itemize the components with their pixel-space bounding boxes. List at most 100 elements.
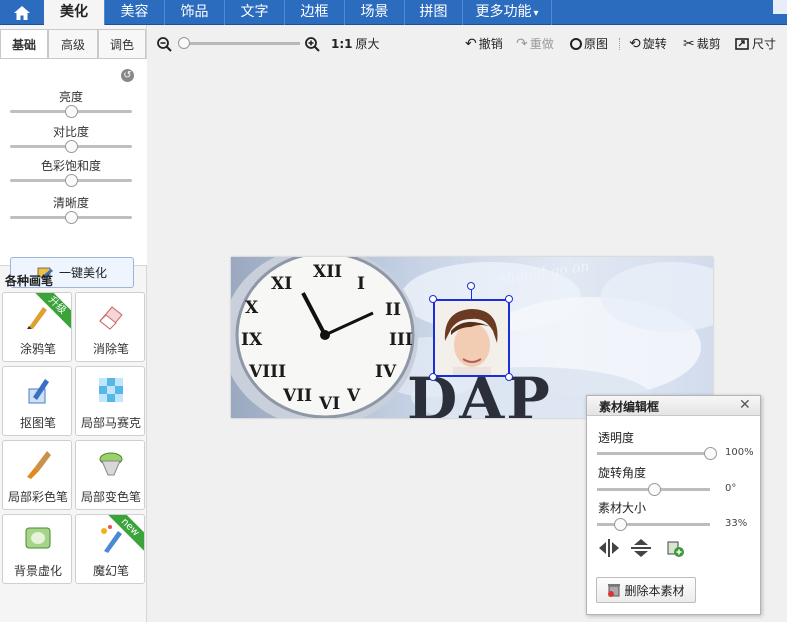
opacity-label: 透明度 — [598, 431, 635, 445]
tab-collage[interactable]: 拼图 — [404, 0, 462, 25]
delete-material-label: 删除本素材 — [624, 583, 685, 598]
rotation-handle[interactable] — [467, 282, 475, 290]
adjust-slider-thumb[interactable] — [65, 174, 78, 187]
material-size-slider[interactable] — [597, 518, 710, 531]
material-panel-title: 素材编辑框 — [599, 400, 660, 414]
original-size-button[interactable]: 1:1 原大 — [331, 36, 380, 52]
resize-handle-top-right[interactable] — [505, 295, 513, 303]
rotation-angle-slider-thumb[interactable] — [647, 483, 661, 496]
circle-icon — [570, 38, 582, 50]
brush-tool[interactable]: 局部彩色笔 — [2, 440, 72, 510]
material-size-value: 33% — [725, 518, 748, 529]
brush-tool-label: 局部变色笔 — [80, 490, 141, 504]
resize-handle-bottom-right[interactable] — [505, 373, 513, 381]
brush-tool-label: 抠图笔 — [19, 416, 56, 430]
brush-tool-label: 局部马赛克 — [80, 416, 141, 430]
canvas-toolbar: 1:1 原大 ↶ 撤销 ↷ 重做 原图 ⟲ 旋转 ✂ 裁剪 尺寸 — [148, 25, 787, 63]
delete-material-button[interactable]: 删除本素材 — [596, 577, 696, 603]
close-icon[interactable]: ✕ — [739, 397, 751, 413]
tab-beauty[interactable]: 美容 — [104, 0, 164, 25]
clock-face-image: XII I II III IV V VI VII VIII IX X XI — [231, 257, 418, 418]
tab-accessories[interactable]: 饰品 — [164, 0, 224, 25]
top-navigation-bar: 美化 美容 饰品 文字 边框 场景 拼图 更多功能 ▾ — [0, 0, 787, 25]
material-size-label: 素材大小 — [598, 501, 647, 515]
rotation-angle-label: 旋转角度 — [598, 466, 647, 480]
brush-tool-label: 局部彩色笔 — [7, 490, 68, 504]
crop-button[interactable]: ✂ 裁剪 — [683, 36, 721, 52]
adjust-slider-thumb[interactable] — [65, 211, 78, 224]
original-image-button[interactable]: 原图 — [570, 36, 608, 52]
material-panel-header[interactable]: 素材编辑框 ✕ — [587, 396, 760, 416]
brush-tool-label: 涂鸦笔 — [19, 342, 56, 356]
adjust-slider[interactable] — [10, 140, 132, 153]
adjust-slider[interactable] — [10, 174, 132, 187]
material-edit-panel: 素材编辑框 ✕ 透明度 100% 旋转角度 0° 素材大小 33% 删除本素材 — [586, 395, 761, 615]
undo-button[interactable]: ↶ 撤销 — [465, 36, 503, 52]
zoom-in-button[interactable] — [305, 36, 320, 52]
tab-border[interactable]: 边框 — [284, 0, 344, 25]
zoom-slider-track[interactable] — [182, 42, 300, 45]
svg-text:III: III — [389, 330, 413, 350]
trash-icon — [608, 584, 621, 597]
tab-beautify[interactable]: 美化 — [44, 0, 104, 25]
cutout-pen-icon — [28, 379, 49, 404]
rotation-angle-slider[interactable] — [597, 483, 710, 496]
home-button[interactable] — [0, 0, 43, 25]
script-subcaption: Can't stand still — [531, 305, 594, 314]
tab-color-grading[interactable]: 调色 — [98, 29, 146, 59]
copy-material-icon[interactable] — [663, 538, 687, 558]
svg-text:XI: XI — [271, 274, 292, 294]
adjust-label: 亮度 — [58, 90, 83, 104]
svg-text:IX: IX — [241, 330, 263, 350]
tab-more-features[interactable]: 更多功能 ▾ — [462, 0, 552, 25]
resize-handle-top-left[interactable] — [429, 295, 437, 303]
adjust-slider[interactable] — [10, 211, 132, 224]
adjust-label: 对比度 — [52, 125, 89, 139]
flip-vertical-icon[interactable] — [629, 538, 653, 558]
mosaic-icon — [99, 378, 123, 402]
original-image-label: 原图 — [584, 37, 609, 51]
material-size-slider-thumb[interactable] — [613, 518, 627, 531]
adjust-slider[interactable] — [10, 105, 132, 118]
opacity-slider[interactable] — [597, 447, 717, 460]
canvas-image[interactable]: XII I II III IV V VI VII VIII IX X XI sh… — [231, 257, 713, 418]
brush-tool[interactable]: 消除笔 — [75, 292, 145, 362]
tab-text[interactable]: 文字 — [224, 0, 284, 25]
rotate-button[interactable]: ⟲ 旋转 — [629, 36, 667, 52]
zoom-out-button[interactable] — [157, 36, 172, 52]
brush-tool-label: 背景虚化 — [13, 564, 62, 578]
eraser-icon — [99, 306, 123, 330]
adjust-label: 清晰度 — [52, 196, 89, 210]
zoom-out-icon — [157, 36, 172, 52]
resize-handle-bottom-left[interactable] — [429, 373, 437, 381]
flip-horizontal-icon[interactable] — [597, 538, 621, 558]
brush-tool[interactable]: 局部马赛克 — [75, 366, 145, 436]
opacity-slider-thumb[interactable] — [704, 447, 717, 460]
one-click-beautify-label: 一键美化 — [58, 266, 107, 280]
background-blur-icon — [25, 527, 51, 549]
original-size-label: 原大 — [355, 37, 380, 51]
svg-text:VII: VII — [282, 386, 312, 406]
redo-button[interactable]: ↷ 重做 — [516, 36, 554, 52]
brush-tool[interactable]: 抠图笔 — [2, 366, 72, 436]
tab-scene[interactable]: 场景 — [344, 0, 404, 25]
tab-more-label: 更多功能 — [475, 4, 532, 20]
adjust-slider-thumb[interactable] — [65, 105, 78, 118]
zoom-slider-thumb[interactable] — [178, 37, 190, 49]
brush-tool[interactable]: 魔幻笔 new — [75, 514, 145, 584]
redo-icon: ↷ — [516, 36, 528, 52]
tab-basic[interactable]: 基础 — [0, 29, 48, 59]
adjust-slider-thumb[interactable] — [65, 140, 78, 153]
svg-text:X: X — [245, 298, 259, 318]
resize-icon — [735, 38, 749, 50]
resize-button[interactable]: 尺寸 — [735, 36, 776, 52]
zoom-in-icon — [305, 36, 320, 52]
selected-sticker[interactable] — [433, 299, 510, 377]
tab-advanced[interactable]: 高级 — [48, 29, 98, 59]
rotate-icon: ⟲ — [629, 36, 641, 52]
brush-tool[interactable]: 背景虚化 — [2, 514, 72, 584]
brush-tool[interactable]: 局部变色笔 — [75, 440, 145, 510]
reset-icon[interactable]: ↺ — [121, 69, 134, 82]
chevron-down-icon: ▾ — [533, 8, 539, 19]
brush-tool[interactable]: 涂鸦笔 升级 — [2, 292, 72, 362]
